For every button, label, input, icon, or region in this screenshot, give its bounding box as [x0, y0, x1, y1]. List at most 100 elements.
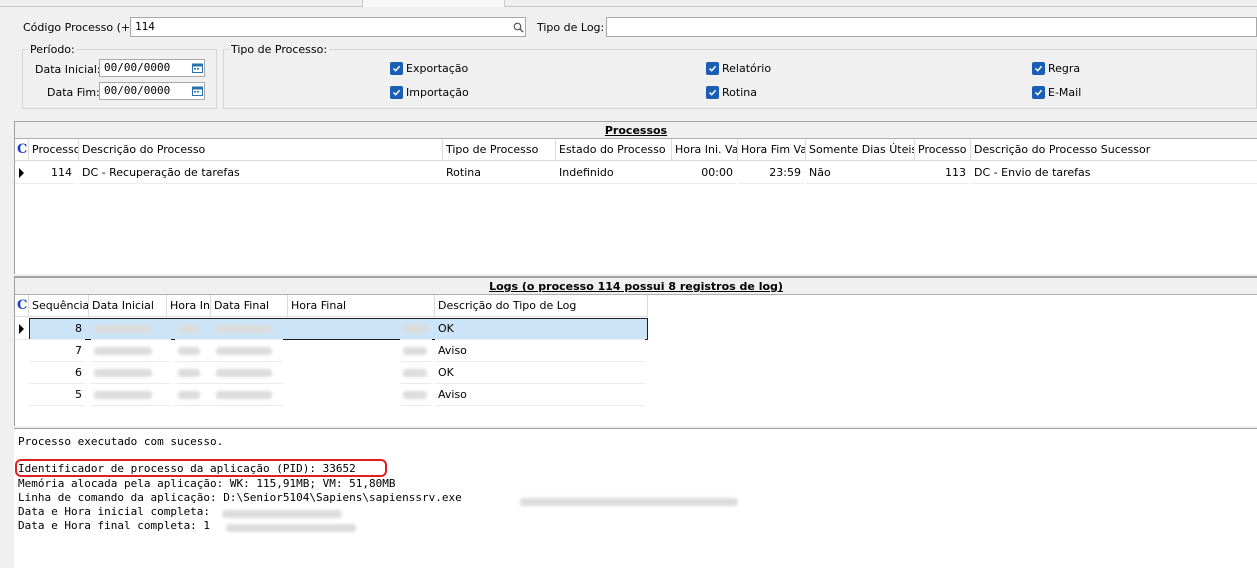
redacted-cell	[400, 318, 432, 340]
column-header[interactable]: Descrição do Processo	[79, 139, 443, 161]
tipo-log-label: Tipo de Log:	[537, 21, 605, 34]
redacted-cell	[175, 340, 215, 362]
redacted-cell	[213, 362, 283, 384]
checkbox-label: Rotina	[722, 86, 757, 99]
checkbox-relatorio[interactable]: Relatório	[706, 62, 771, 75]
redacted-cmdline-args	[520, 495, 738, 508]
redacted-cell	[400, 384, 432, 406]
checkbox-importacao[interactable]: Importação	[390, 86, 469, 99]
checkbox-email[interactable]: E-Mail	[1032, 86, 1081, 99]
cell-processo: 114	[29, 162, 75, 184]
redacted-cell	[91, 384, 171, 406]
checkmark-icon	[390, 62, 403, 75]
data-inicial-calendar-button[interactable]	[190, 59, 205, 77]
redacted-cell	[213, 318, 283, 340]
redacted-cell	[175, 384, 215, 406]
column-header[interactable]: Somente Dias Úteis	[806, 139, 915, 161]
column-header[interactable]: Estado do Processo	[556, 139, 672, 161]
data-inicial-label: Data Inicial:	[35, 63, 101, 76]
output-line-status: Processo executado com sucesso.	[18, 435, 224, 448]
column-header[interactable]: Processo S	[915, 139, 971, 161]
table-row[interactable]: 5 Aviso	[15, 384, 648, 406]
tipo-processo-title: Tipo de Processo:	[229, 43, 330, 56]
table-row[interactable]: 8 OK	[15, 318, 648, 340]
cell-sequencia: 7	[29, 340, 85, 362]
cell-somente-dias-uteis: Não	[806, 162, 915, 184]
checkbox-label: E-Mail	[1048, 86, 1082, 99]
checkbox-exportacao[interactable]: Exportação	[390, 62, 468, 75]
column-header[interactable]: Hora Ini. Va	[672, 139, 738, 161]
logs-grid[interactable]: C Sequência Data Inicial Hora Ini Data F…	[15, 295, 655, 410]
cell-tipo-log: OK	[435, 318, 645, 340]
column-header[interactable]: Descrição do Processo Sucessor	[971, 139, 1257, 161]
cell-tipo-log: Aviso	[435, 384, 645, 406]
processos-grid[interactable]: C Processo Descrição do Processo Tipo de…	[15, 139, 1257, 274]
redacted-start-time	[222, 507, 342, 520]
row-indicator-icon	[15, 318, 29, 340]
redacted-cell	[400, 362, 432, 384]
column-header[interactable]: Data Inicial	[89, 295, 167, 317]
redacted-cell	[175, 362, 215, 384]
cell-estado: Indefinido	[556, 162, 672, 184]
redacted-cell	[91, 362, 171, 384]
processos-panel: Processos C Processo Descrição do Proces…	[14, 121, 1257, 274]
checkbox-label: Importação	[406, 86, 469, 99]
column-header[interactable]: Data Final	[211, 295, 288, 317]
tipo-log-input[interactable]	[606, 17, 1257, 37]
checkmark-icon	[706, 62, 719, 75]
checkbox-rotina[interactable]: Rotina	[706, 86, 757, 99]
calendar-icon	[191, 86, 203, 96]
checkbox-label: Relatório	[722, 62, 772, 75]
column-header[interactable]: Descrição do Tipo de Log	[435, 295, 648, 317]
search-button[interactable]	[511, 17, 526, 37]
column-header[interactable]: Sequência	[29, 295, 89, 317]
checkmark-icon	[706, 86, 719, 99]
data-fim-label: Data Fim:	[47, 86, 100, 99]
redacted-cell	[400, 340, 432, 362]
output-log-area[interactable]: Processo executado com sucesso. Identifi…	[14, 428, 1257, 568]
cell-sequencia: 6	[29, 362, 85, 384]
cell-tipo-log: OK	[435, 362, 645, 384]
checkbox-regra[interactable]: Regra	[1032, 62, 1080, 75]
redacted-cell	[213, 384, 283, 406]
cell-sequencia: 5	[29, 384, 85, 406]
logs-panel: Logs (o processo 114 possui 8 registros …	[14, 276, 1257, 426]
column-header[interactable]: Processo	[29, 139, 79, 161]
grid-corner[interactable]: C	[15, 139, 29, 161]
redacted-end-time	[226, 521, 356, 534]
column-header[interactable]: Tipo de Processo	[443, 139, 556, 161]
checkmark-icon	[1032, 62, 1045, 75]
output-line-end: Data e Hora final completa: 1	[18, 519, 211, 532]
column-header[interactable]: Hora Fim Va	[738, 139, 806, 161]
top-tab-strip	[0, 0, 1257, 7]
redacted-cell	[175, 318, 215, 340]
data-inicial-input[interactable]: 00/00/0000	[99, 59, 191, 77]
table-row[interactable]: 114 DC - Recuperação de tarefas Rotina I…	[15, 162, 1257, 185]
cell-sequencia: 8	[29, 318, 85, 340]
cell-processo-sucessor: 113	[915, 162, 969, 184]
table-row[interactable]: 7 Aviso	[15, 340, 648, 362]
grid-corner[interactable]: C	[15, 295, 29, 317]
column-header[interactable]: Hora Final	[288, 295, 435, 317]
data-fim-calendar-button[interactable]	[190, 82, 205, 100]
row-indicator-icon	[15, 162, 29, 184]
cell-hora-ini: 00:00	[672, 162, 736, 184]
data-fim-input[interactable]: 00/00/0000	[99, 82, 191, 100]
processos-panel-title: Processos	[15, 122, 1257, 139]
calendar-icon	[191, 63, 203, 73]
redacted-cell	[91, 318, 171, 340]
column-header[interactable]: Hora Ini	[167, 295, 211, 317]
redacted-cell	[91, 340, 171, 362]
logs-panel-title: Logs (o processo 114 possui 8 registros …	[15, 278, 1257, 295]
redacted-cell	[213, 340, 283, 362]
cell-hora-fim: 23:59	[738, 162, 804, 184]
table-row[interactable]: 6 OK	[15, 362, 648, 384]
checkbox-label: Regra	[1048, 62, 1081, 75]
checkmark-icon	[1032, 86, 1045, 99]
codigo-processo-label: Código Processo (+):	[23, 21, 139, 34]
periodo-title: Período:	[28, 43, 77, 56]
codigo-processo-input[interactable]: 114	[130, 17, 512, 37]
cell-descricao: DC - Recuperação de tarefas	[79, 162, 443, 184]
cell-descricao-sucessor: DC - Envio de tarefas	[971, 162, 1257, 184]
active-tab[interactable]	[362, 0, 505, 7]
